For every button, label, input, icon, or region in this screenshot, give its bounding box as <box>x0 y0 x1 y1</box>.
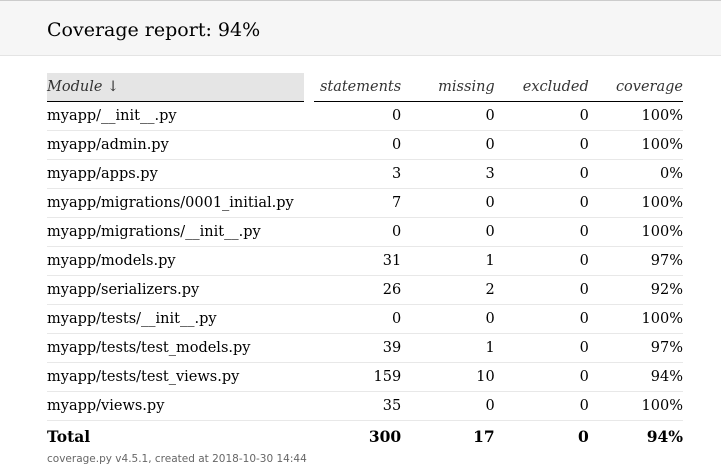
column-header-excluded[interactable]: excluded <box>494 73 589 102</box>
cell-missing: 3 <box>401 159 495 189</box>
total-missing: 17 <box>473 426 495 446</box>
file-link[interactable]: myapp/admin.py <box>47 130 305 160</box>
cell-coverage: 100% <box>588 217 683 247</box>
column-spacer <box>304 275 314 305</box>
cell-missing: 0 <box>401 304 495 334</box>
cell-coverage: 100% <box>588 304 683 334</box>
cell-missing: 0 <box>401 130 495 160</box>
column-spacer <box>304 391 314 421</box>
cell-statements: 7 <box>313 188 402 218</box>
cell-coverage: 97% <box>588 333 683 363</box>
column-header-missing[interactable]: missing <box>401 73 495 102</box>
file-link[interactable]: myapp/migrations/0001_initial.py <box>47 188 305 218</box>
file-link[interactable]: myapp/serializers.py <box>47 275 305 305</box>
report-header: Coverage report: 94% <box>0 0 721 56</box>
cell-coverage: 97% <box>588 246 683 276</box>
column-header-statements[interactable]: statements <box>313 73 402 102</box>
cell-excluded: 0 <box>494 275 589 305</box>
cell-statements: 0 <box>313 217 402 247</box>
column-spacer <box>304 101 314 131</box>
cell-statements: 35 <box>313 391 402 421</box>
table-row[interactable]: myapp/serializers.py 26 2 0 92% <box>47 275 683 305</box>
total-label: Total <box>47 426 91 446</box>
cell-statements: 0 <box>313 101 402 131</box>
table-header-row: Module ↓ statements missing excluded cov… <box>47 73 683 102</box>
cell-excluded: 0 <box>494 304 589 334</box>
column-spacer <box>304 421 313 452</box>
column-spacer <box>304 362 314 392</box>
total-coverage: 94% <box>646 426 683 446</box>
cell-coverage: 94% <box>588 362 683 392</box>
cell-statements: 26 <box>313 275 402 305</box>
cell-statements: 31 <box>313 246 402 276</box>
table-body: myapp/__init__.py 0 0 0 100% myapp/admin.py 0 0… <box>47 101 683 421</box>
column-spacer <box>304 130 314 160</box>
table-row[interactable]: myapp/migrations/0001_initial.py 7 0 0 100% <box>47 188 683 218</box>
file-link[interactable]: myapp/tests/test_models.py <box>47 333 305 363</box>
cell-statements: 39 <box>313 333 402 363</box>
cell-missing: 0 <box>401 101 495 131</box>
cell-coverage: 92% <box>588 275 683 305</box>
table-row[interactable]: myapp/__init__.py 0 0 0 100% <box>47 101 683 131</box>
file-link[interactable]: myapp/apps.py <box>47 159 305 189</box>
file-link[interactable]: myapp/views.py <box>47 391 305 421</box>
total-excluded: 0 <box>578 426 589 446</box>
cell-missing: 0 <box>401 391 495 421</box>
cell-excluded: 0 <box>494 362 589 392</box>
column-spacer <box>304 188 314 218</box>
cell-missing: 1 <box>401 333 495 363</box>
cell-statements: 159 <box>313 362 402 392</box>
cell-missing: 0 <box>401 188 495 218</box>
cell-excluded: 0 <box>494 217 589 247</box>
cell-missing: 2 <box>401 275 495 305</box>
cell-coverage: 0% <box>588 159 683 189</box>
table-row[interactable]: myapp/tests/test_models.py 39 1 0 97% <box>47 333 683 363</box>
column-spacer <box>304 73 314 102</box>
total-row: Total 300 17 0 94% <box>47 421 683 452</box>
cell-excluded: 0 <box>494 391 589 421</box>
column-spacer <box>304 246 314 276</box>
cell-statements: 0 <box>313 304 402 334</box>
file-link[interactable]: myapp/tests/test_views.py <box>47 362 305 392</box>
page-title: Coverage report: 94% <box>47 19 261 41</box>
file-link[interactable]: myapp/models.py <box>47 246 305 276</box>
cell-statements: 0 <box>313 130 402 160</box>
footer-note: coverage.py v4.5.1, created at 2018-10-3… <box>47 453 307 465</box>
total-statements: 300 <box>368 426 402 446</box>
file-link[interactable]: myapp/tests/__init__.py <box>47 304 305 334</box>
cell-excluded: 0 <box>494 159 589 189</box>
cell-missing: 1 <box>401 246 495 276</box>
table-row[interactable]: myapp/tests/__init__.py 0 0 0 100% <box>47 304 683 334</box>
cell-missing: 0 <box>401 217 495 247</box>
cell-excluded: 0 <box>494 246 589 276</box>
column-header-coverage[interactable]: coverage <box>588 73 683 102</box>
cell-coverage: 100% <box>588 391 683 421</box>
column-spacer <box>304 159 314 189</box>
table-row[interactable]: myapp/models.py 31 1 0 97% <box>47 246 683 276</box>
table-row[interactable]: myapp/apps.py 3 3 0 0% <box>47 159 683 189</box>
cell-coverage: 100% <box>588 101 683 131</box>
file-link[interactable]: myapp/migrations/__init__.py <box>47 217 305 247</box>
table-row[interactable]: myapp/admin.py 0 0 0 100% <box>47 130 683 160</box>
file-link[interactable]: myapp/__init__.py <box>47 101 305 131</box>
column-header-module[interactable]: Module ↓ <box>47 73 305 102</box>
cell-excluded: 0 <box>494 130 589 160</box>
column-spacer <box>304 304 314 334</box>
table-row[interactable]: myapp/migrations/__init__.py 0 0 0 100% <box>47 217 683 247</box>
cell-missing: 10 <box>401 362 495 392</box>
column-spacer <box>304 217 314 247</box>
cell-coverage: 100% <box>588 188 683 218</box>
coverage-table: Module ↓ statements missing excluded cov… <box>47 73 683 451</box>
table-row[interactable]: myapp/views.py 35 0 0 100% <box>47 391 683 421</box>
column-spacer <box>304 333 314 363</box>
cell-excluded: 0 <box>494 188 589 218</box>
cell-statements: 3 <box>313 159 402 189</box>
cell-excluded: 0 <box>494 333 589 363</box>
cell-excluded: 0 <box>494 101 589 131</box>
table-row[interactable]: myapp/tests/test_views.py 159 10 0 94% <box>47 362 683 392</box>
cell-coverage: 100% <box>588 130 683 160</box>
